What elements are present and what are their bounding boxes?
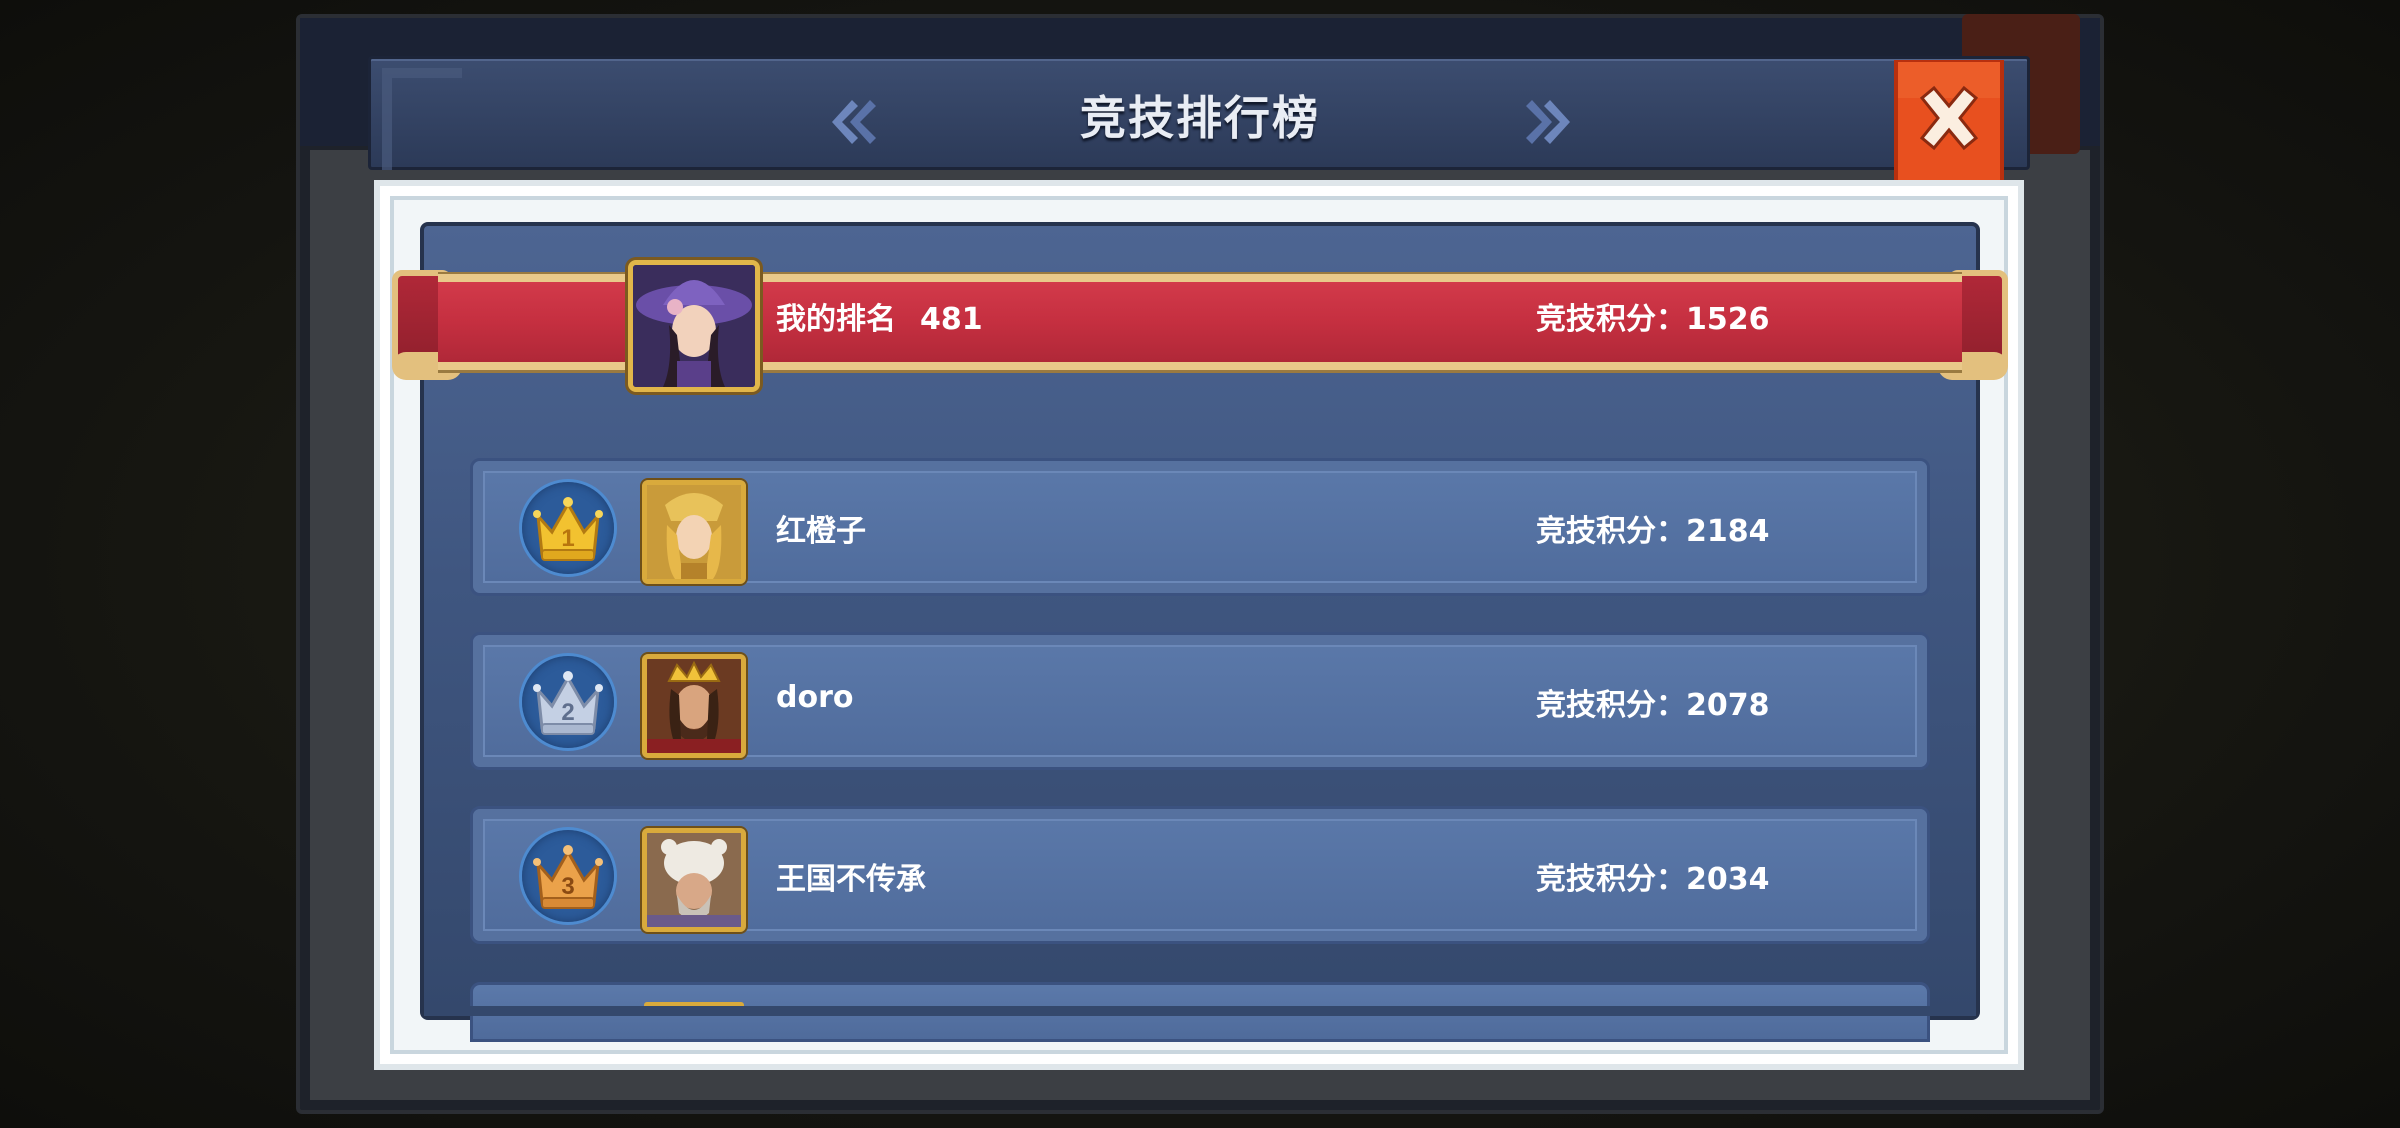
player-name-2: doro xyxy=(776,680,854,715)
player-name-3: 王国不传承 xyxy=(776,862,926,897)
bear-warrior-portrait-icon xyxy=(647,833,741,927)
golden-warrior-portrait-icon xyxy=(647,485,741,579)
gold-crown-icon: 1 xyxy=(533,497,603,561)
rank-badge-3: 3 xyxy=(522,830,614,922)
king-portrait-icon xyxy=(647,659,741,753)
player-avatar-2[interactable] xyxy=(642,654,746,758)
silver-crown-icon: 2 xyxy=(533,671,603,735)
rank-badge-1: 1 xyxy=(522,482,614,574)
next-page-button[interactable] xyxy=(1510,82,1590,162)
player-avatar-1[interactable] xyxy=(642,480,746,584)
previous-page-button[interactable] xyxy=(812,82,892,162)
page-title: 竞技排行榜 xyxy=(1080,91,1320,145)
svg-text:3: 3 xyxy=(561,873,574,900)
svg-text:2: 2 xyxy=(561,699,574,726)
double-chevron-left-icon xyxy=(832,100,876,144)
my-rank-text: 我的排名 481 xyxy=(776,294,983,338)
svg-text:1: 1 xyxy=(561,525,574,552)
bronze-crown-icon: 3 xyxy=(533,845,603,909)
player-avatar-3[interactable] xyxy=(642,828,746,932)
header-ornament xyxy=(382,68,462,170)
double-chevron-right-icon xyxy=(1526,100,1570,144)
my-rank-number: 481 xyxy=(920,302,983,337)
my-avatar[interactable] xyxy=(628,260,760,392)
witch-portrait-icon xyxy=(633,265,755,387)
player-score-2: 竞技积分：2078 xyxy=(1536,688,1770,723)
player-score-1: 竞技积分：2184 xyxy=(1536,514,1770,549)
list-clip-edge xyxy=(424,1006,1976,1016)
my-rank-label: 我的排名 xyxy=(776,302,896,337)
player-score-3: 竞技积分：2034 xyxy=(1536,862,1770,897)
rank-badge-2: 2 xyxy=(522,656,614,748)
player-name-1: 红橙子 xyxy=(776,514,866,549)
my-score: 竞技积分：1526 xyxy=(1536,302,1770,337)
